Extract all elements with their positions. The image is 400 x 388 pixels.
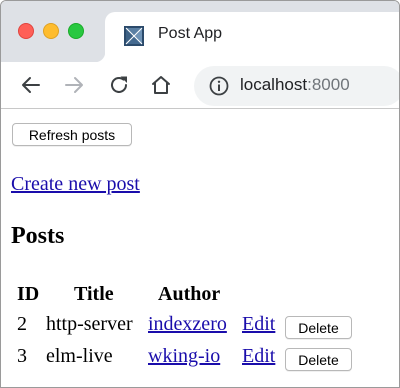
maximize-window-button[interactable] bbox=[68, 23, 84, 39]
forward-arrow-icon bbox=[65, 77, 83, 93]
page-content: Refresh posts Create new post Posts ID T… bbox=[1, 109, 399, 387]
browser-toolbar: localhost:8000 bbox=[1, 62, 399, 109]
post-title: elm-live bbox=[46, 345, 113, 367]
back-button[interactable] bbox=[19, 73, 43, 97]
home-button[interactable] bbox=[149, 73, 173, 97]
back-arrow-icon bbox=[22, 77, 40, 93]
author-link[interactable]: wking-io bbox=[148, 345, 220, 368]
reload-icon bbox=[111, 76, 127, 93]
post-id: 3 bbox=[17, 345, 27, 367]
info-icon[interactable] bbox=[208, 75, 230, 97]
url-host: localhost bbox=[240, 75, 308, 94]
forward-button[interactable] bbox=[62, 73, 86, 97]
tab-post-app[interactable]: Post App bbox=[95, 12, 399, 62]
tab-strip: Post App bbox=[1, 1, 399, 62]
reload-button[interactable] bbox=[107, 73, 131, 97]
close-window-button[interactable] bbox=[18, 23, 34, 39]
address-bar[interactable]: localhost:8000 bbox=[194, 66, 399, 106]
post-id: 2 bbox=[17, 313, 27, 335]
favicon-icon bbox=[124, 26, 144, 46]
url-port: :8000 bbox=[307, 75, 350, 94]
table-row: 2 http-server indexzero Edit Delete bbox=[1, 313, 399, 343]
delete-button[interactable]: Delete bbox=[285, 348, 352, 371]
post-title: http-server bbox=[46, 313, 133, 335]
page-title: Posts bbox=[11, 223, 65, 249]
posts-table: ID Title Author 2 http-server indexzero … bbox=[1, 277, 399, 377]
column-header-author: Author bbox=[158, 283, 221, 305]
url-text[interactable]: localhost:8000 bbox=[240, 75, 350, 95]
author-link[interactable]: indexzero bbox=[148, 313, 227, 336]
edit-link[interactable]: Edit bbox=[242, 345, 275, 368]
minimize-window-button[interactable] bbox=[43, 23, 59, 39]
refresh-posts-button[interactable]: Refresh posts bbox=[12, 123, 132, 146]
home-icon bbox=[152, 76, 170, 94]
column-header-title: Title bbox=[74, 283, 114, 305]
delete-button[interactable]: Delete bbox=[285, 316, 352, 339]
create-post-link[interactable]: Create new post bbox=[11, 173, 140, 196]
tab-title: Post App bbox=[158, 25, 223, 42]
table-row: 3 elm-live wking-io Edit Delete bbox=[1, 345, 399, 375]
column-header-id: ID bbox=[17, 283, 40, 305]
browser-window: Post App localhost:8000 Refresh posts Cr… bbox=[0, 0, 400, 388]
edit-link[interactable]: Edit bbox=[242, 313, 275, 336]
